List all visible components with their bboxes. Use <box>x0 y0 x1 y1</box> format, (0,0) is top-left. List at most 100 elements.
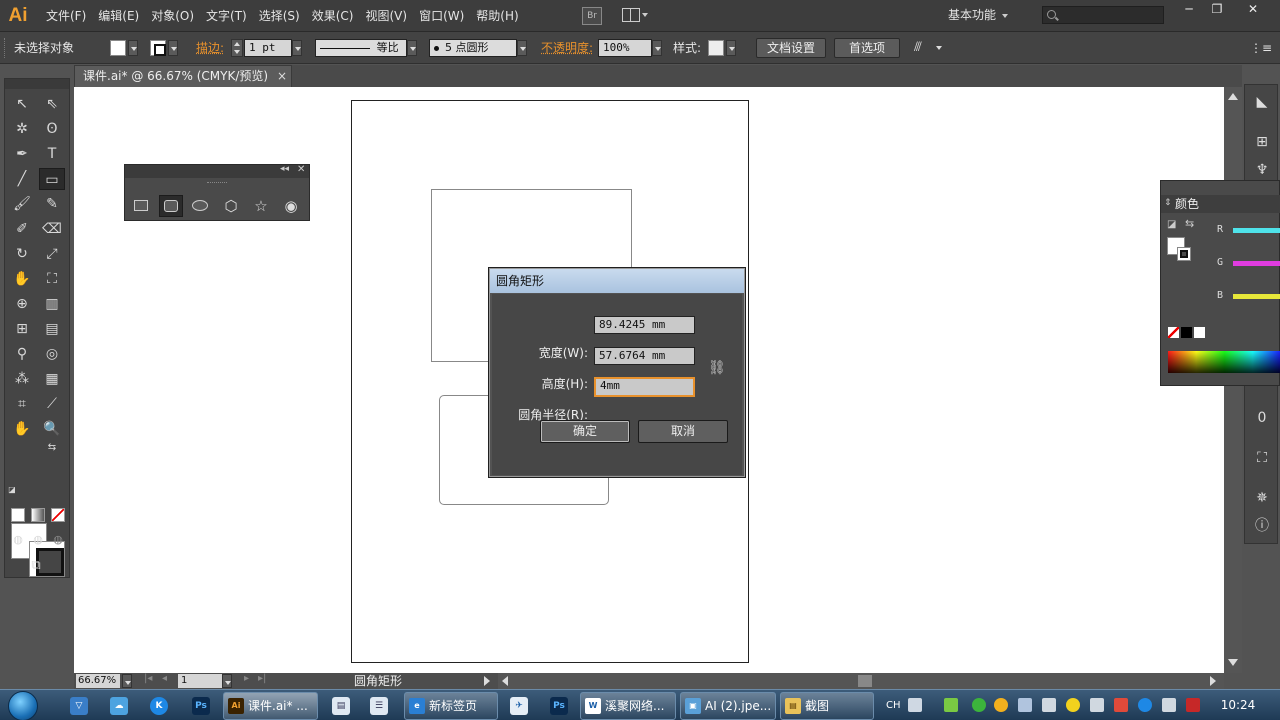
stroke-weight-field[interactable]: 1 pt <box>244 39 292 57</box>
chevron-down-icon[interactable] <box>934 40 944 56</box>
star-tool-icon[interactable]: ☆ <box>249 195 273 217</box>
draw-behind-icon[interactable]: ◍ <box>29 529 47 551</box>
eyedropper-tool-icon[interactable]: ⚲ <box>9 343 35 365</box>
red-channel-slider[interactable] <box>1233 228 1280 233</box>
magic-wand-tool-icon[interactable]: ✲ <box>9 118 35 140</box>
rectangle-tool-icon[interactable] <box>130 195 154 217</box>
preferences-button[interactable]: 首选项 <box>834 38 900 58</box>
screen-mode-icon[interactable]: ⧉ <box>23 555 49 577</box>
gradient-mode-icon[interactable] <box>31 508 45 522</box>
quicklaunch-list-icon[interactable]: ☰ <box>370 697 388 715</box>
height-input[interactable]: 57.6764 mm <box>594 347 695 365</box>
free-transform-tool-icon[interactable]: ⛶ <box>39 268 65 290</box>
clock[interactable]: 10:24 <box>1216 690 1260 720</box>
flag-icon[interactable] <box>1162 698 1176 712</box>
opacity-dropdown[interactable] <box>652 40 662 56</box>
stroke-dropdown[interactable] <box>168 40 178 56</box>
stroke-weight-stepper[interactable] <box>231 39 243 57</box>
rotate-tool-icon[interactable]: ↻ <box>9 243 35 265</box>
gradient-tool-icon[interactable]: ▤ <box>39 318 65 340</box>
minimize-button[interactable]: ─ <box>1176 2 1202 18</box>
network-icon[interactable] <box>1018 698 1032 712</box>
transparency-icon[interactable]: 0 <box>1253 409 1271 427</box>
panel-menu-icon[interactable]: ⋮≡ <box>1250 32 1272 64</box>
type-tool-icon[interactable]: T <box>39 143 65 165</box>
info-icon[interactable]: ⓘ <box>1253 517 1271 535</box>
taskbar-task-browser[interactable]: e 新标签页 <box>404 692 498 720</box>
none-color-swatch[interactable] <box>1168 327 1179 338</box>
stroke-label[interactable]: 描边: <box>196 32 224 64</box>
volume-icon[interactable] <box>1042 698 1056 712</box>
bridge-button[interactable]: Br <box>582 7 602 25</box>
menu-edit[interactable]: 编辑(E) <box>92 0 145 32</box>
style-swatch[interactable] <box>708 40 724 56</box>
direct-selection-tool-icon[interactable]: ⇖ <box>39 93 65 115</box>
pencil-tool-icon[interactable]: ✎ <box>39 193 65 215</box>
zoom-tool-icon[interactable]: 🔍 <box>39 418 65 440</box>
dialog-title[interactable]: 圆角矩形 <box>490 269 744 293</box>
first-page-icon[interactable]: |◂ <box>144 673 152 684</box>
selection-tool-icon[interactable]: ↖ <box>9 93 35 115</box>
zoom-field[interactable]: 66.67% <box>76 674 120 688</box>
quicklaunch-feather-icon[interactable]: ✈ <box>510 697 528 715</box>
page-field[interactable]: 1 <box>178 674 222 688</box>
pen-tool-icon[interactable]: ✒ <box>9 143 35 165</box>
menu-effect[interactable]: 效果(C) <box>306 0 360 32</box>
opacity-field[interactable]: 100% <box>598 39 652 57</box>
arrange-documents-button[interactable] <box>622 8 650 24</box>
menu-file[interactable]: 文件(F) <box>40 0 92 32</box>
language-indicator[interactable]: CH <box>886 690 901 720</box>
warp-tool-icon[interactable]: ✋ <box>9 268 35 290</box>
menu-type[interactable]: 文字(T) <box>200 0 253 32</box>
flare-tool-icon[interactable]: ◉ <box>279 195 303 217</box>
document-tab[interactable]: 课件.ai* @ 66.67% (CMYK/预览) × <box>74 65 292 87</box>
transform-icon[interactable]: ⛶ <box>1253 449 1271 467</box>
battery-icon[interactable] <box>944 698 958 712</box>
security-icon[interactable] <box>1114 698 1128 712</box>
swatches-icon[interactable]: ⊞ <box>1253 133 1271 151</box>
fill-swatch[interactable] <box>110 40 126 56</box>
taskbar-task-illustrator[interactable]: Ai 课件.ai* ... <box>223 692 318 720</box>
swap-color-icon[interactable]: ⇆ <box>1185 217 1194 230</box>
page-dropdown[interactable] <box>222 674 232 688</box>
qq-icon[interactable] <box>994 698 1008 712</box>
blend-tool-icon[interactable]: ◎ <box>39 343 65 365</box>
stroke-color-swatch[interactable] <box>1177 247 1191 261</box>
ellipse-tool-icon[interactable] <box>189 195 213 217</box>
collapse-icon[interactable]: ◂◂ <box>280 164 289 174</box>
quicklaunch-cloud-icon[interactable]: ☁ <box>110 697 128 715</box>
shape-builder-tool-icon[interactable]: ⊕ <box>9 293 35 315</box>
scroll-down-icon[interactable] <box>1228 659 1238 666</box>
restore-button[interactable]: ❐ <box>1204 2 1230 18</box>
cancel-button[interactable]: 取消 <box>638 420 728 443</box>
link-proportions-icon[interactable]: ⛓ <box>708 360 722 376</box>
prev-page-icon[interactable]: ◂ <box>162 673 167 684</box>
quicklaunch-photoshop2-icon[interactable]: Ps <box>550 697 568 715</box>
default-color-icon[interactable]: ◪ <box>1167 219 1176 230</box>
rounded-rectangle-tool-icon[interactable] <box>159 195 183 217</box>
horizontal-scrollbar[interactable] <box>498 673 1224 689</box>
add-icon[interactable] <box>1066 698 1080 712</box>
wechat-icon[interactable] <box>972 698 986 712</box>
taskbar-task-folder[interactable]: ▤ 截图 <box>780 692 874 720</box>
width-input[interactable]: 89.4245 mm <box>594 316 695 334</box>
zoom-dropdown[interactable] <box>122 674 132 688</box>
mesh-tool-icon[interactable]: ⊞ <box>9 318 35 340</box>
scale-tool-icon[interactable]: ⤢ <box>39 243 65 265</box>
status-menu-icon[interactable] <box>484 676 490 686</box>
radius-input[interactable]: 4mm <box>594 377 695 397</box>
rectangle-tool-icon[interactable]: ▭ <box>39 168 65 190</box>
stroke-weight-dropdown[interactable] <box>292 40 302 56</box>
blue-channel-slider[interactable] <box>1233 294 1280 299</box>
paintbrush-tool-icon[interactable]: 🖌 <box>9 193 35 215</box>
white-color-swatch[interactable] <box>1194 327 1205 338</box>
line-tool-icon[interactable]: ╱ <box>9 168 35 190</box>
symbol-sprayer-tool-icon[interactable]: ⁂ <box>9 368 35 390</box>
stroke-profile-field[interactable]: 等比 <box>315 39 407 57</box>
close-icon[interactable]: ✕ <box>297 164 305 175</box>
keyboard-icon[interactable] <box>908 698 922 712</box>
menu-object[interactable]: 对象(O) <box>145 0 200 32</box>
opacity-label[interactable]: 不透明度: <box>541 32 593 64</box>
navigator-icon[interactable]: ✵ <box>1253 489 1271 507</box>
swap-fill-stroke-icon[interactable]: ⇆ <box>45 441 59 455</box>
